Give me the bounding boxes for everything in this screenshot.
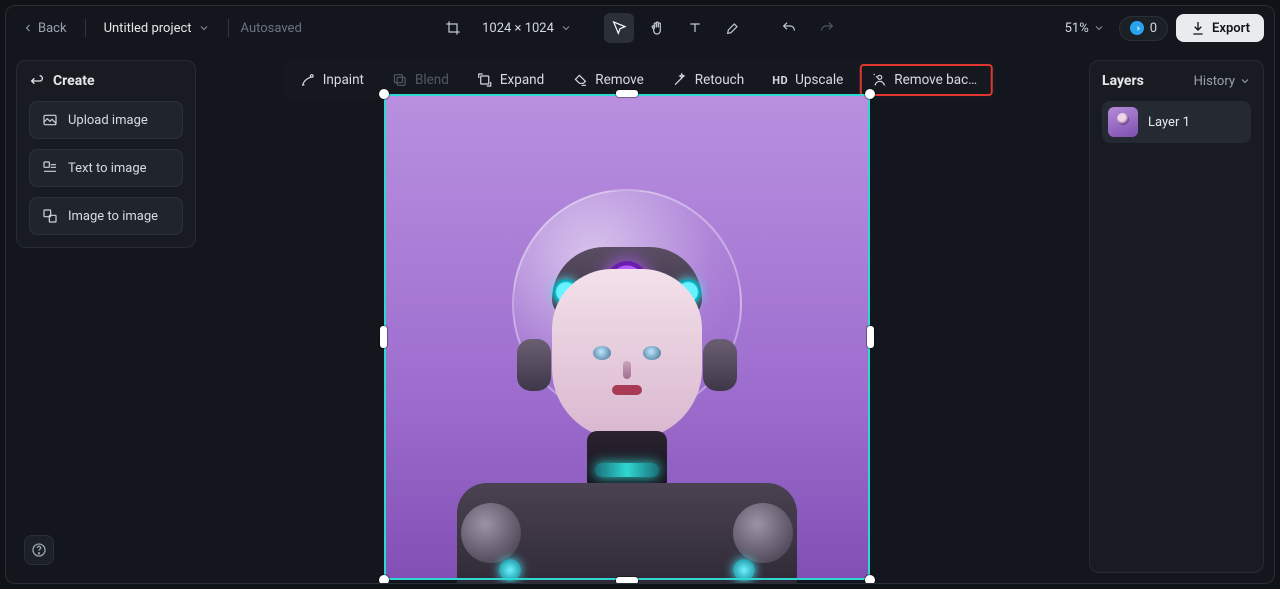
canvas-dimensions-dropdown[interactable]: 1024 × 1024: [476, 17, 578, 40]
inpaint-icon: [300, 72, 316, 88]
action-label: Blend: [415, 72, 449, 88]
crop-tool-button[interactable]: [438, 13, 468, 43]
remove-bg-icon: [871, 72, 887, 88]
zoom-dropdown[interactable]: 51%: [1059, 17, 1111, 40]
project-name-text: Untitled project: [104, 21, 192, 36]
divider: [228, 19, 229, 37]
hand-icon: [649, 20, 665, 36]
help-icon: [31, 542, 47, 558]
create-item-label: Upload image: [68, 113, 148, 128]
resize-handle-bottom[interactable]: [616, 577, 638, 584]
create-panel-title-row: Create: [29, 73, 183, 89]
action-blend: Blend: [380, 64, 461, 96]
undo-icon: [781, 20, 797, 36]
canvas-selection[interactable]: [384, 94, 870, 580]
download-icon: [1190, 20, 1206, 36]
text-to-image-icon: [42, 160, 58, 176]
action-label: Remove: [595, 72, 644, 88]
layers-panel: Layers History Layer 1: [1089, 60, 1264, 573]
export-label: Export: [1212, 21, 1250, 36]
export-button[interactable]: Export: [1176, 14, 1264, 42]
action-remove-background[interactable]: Remove back…: [859, 64, 992, 96]
redo-button[interactable]: [812, 13, 842, 43]
credits-value: 0: [1150, 21, 1157, 36]
image-to-image-icon: [42, 208, 58, 224]
pan-tool-button[interactable]: [642, 13, 672, 43]
action-label: Upscale: [795, 72, 843, 88]
chevron-down-icon: [1239, 75, 1251, 87]
history-label: History: [1194, 74, 1235, 89]
action-inpaint[interactable]: Inpaint: [288, 64, 376, 96]
layers-title: Layers: [1102, 73, 1144, 89]
resize-handle-right[interactable]: [867, 326, 874, 348]
help-button[interactable]: [24, 535, 54, 565]
create-item-label: Image to image: [68, 209, 158, 224]
brush-icon: [725, 20, 741, 36]
credits-icon: [1130, 21, 1144, 35]
expand-icon: [477, 72, 493, 88]
top-bar-left: Back Untitled project Autosaved: [16, 17, 430, 40]
resize-handle-top[interactable]: [616, 90, 638, 97]
action-expand[interactable]: Expand: [465, 64, 556, 96]
resize-handle-tr[interactable]: [865, 89, 875, 99]
cursor-icon: [611, 20, 627, 36]
chevron-down-icon: [1093, 22, 1105, 34]
create-upload-image[interactable]: Upload image: [29, 101, 183, 139]
layer-thumbnail: [1108, 107, 1138, 137]
select-tool-button[interactable]: [604, 13, 634, 43]
top-bar-center: 1024 × 1024: [438, 13, 842, 43]
hd-icon: HD: [772, 74, 788, 87]
back-label: Back: [38, 21, 67, 36]
arrow-return-icon: [29, 73, 45, 89]
credits-pill[interactable]: 0: [1119, 16, 1168, 41]
text-icon: [687, 20, 703, 36]
resize-handle-tl[interactable]: [379, 89, 389, 99]
chevron-down-icon: [198, 22, 210, 34]
divider: [85, 19, 86, 37]
create-image-to-image[interactable]: Image to image: [29, 197, 183, 235]
blend-icon: [392, 72, 408, 88]
wand-icon: [672, 72, 688, 88]
upload-image-icon: [42, 112, 58, 128]
action-retouch[interactable]: Retouch: [660, 64, 756, 96]
selection-border: [384, 94, 870, 580]
resize-handle-bl[interactable]: [379, 575, 389, 584]
crop-icon: [445, 20, 461, 36]
undo-button[interactable]: [774, 13, 804, 43]
brush-tool-button[interactable]: [718, 13, 748, 43]
history-dropdown[interactable]: History: [1194, 74, 1251, 89]
layers-panel-header: Layers History: [1102, 73, 1251, 89]
chevron-left-icon: [22, 22, 34, 34]
app-window: Back Untitled project Autosaved 1024 × 1…: [5, 5, 1275, 584]
chevron-down-icon: [560, 22, 572, 34]
autosave-status: Autosaved: [241, 21, 302, 36]
action-upscale[interactable]: HD Upscale: [760, 64, 855, 96]
text-tool-button[interactable]: [680, 13, 710, 43]
layer-name: Layer 1: [1148, 115, 1190, 130]
back-button[interactable]: Back: [16, 17, 73, 40]
top-bar-right: 51% 0 Export: [850, 14, 1264, 42]
canvas-dimensions-text: 1024 × 1024: [482, 21, 554, 36]
create-panel: Create Upload image Text to image Image …: [16, 60, 196, 248]
eraser-icon: [572, 72, 588, 88]
action-label: Inpaint: [323, 72, 364, 88]
project-name-dropdown[interactable]: Untitled project: [98, 17, 216, 40]
action-label: Expand: [500, 72, 544, 88]
create-item-label: Text to image: [68, 161, 147, 176]
action-remove[interactable]: Remove: [560, 64, 656, 96]
resize-handle-br[interactable]: [865, 575, 875, 584]
arrow-right-small-icon: [1132, 24, 1141, 33]
create-panel-title: Create: [53, 73, 95, 89]
action-label: Retouch: [695, 72, 744, 88]
top-bar: Back Untitled project Autosaved 1024 × 1…: [6, 6, 1274, 50]
zoom-value: 51%: [1065, 21, 1089, 36]
create-text-to-image[interactable]: Text to image: [29, 149, 183, 187]
redo-icon: [819, 20, 835, 36]
action-label: Remove back…: [894, 72, 980, 88]
layer-row[interactable]: Layer 1: [1102, 101, 1251, 143]
resize-handle-left[interactable]: [380, 326, 387, 348]
